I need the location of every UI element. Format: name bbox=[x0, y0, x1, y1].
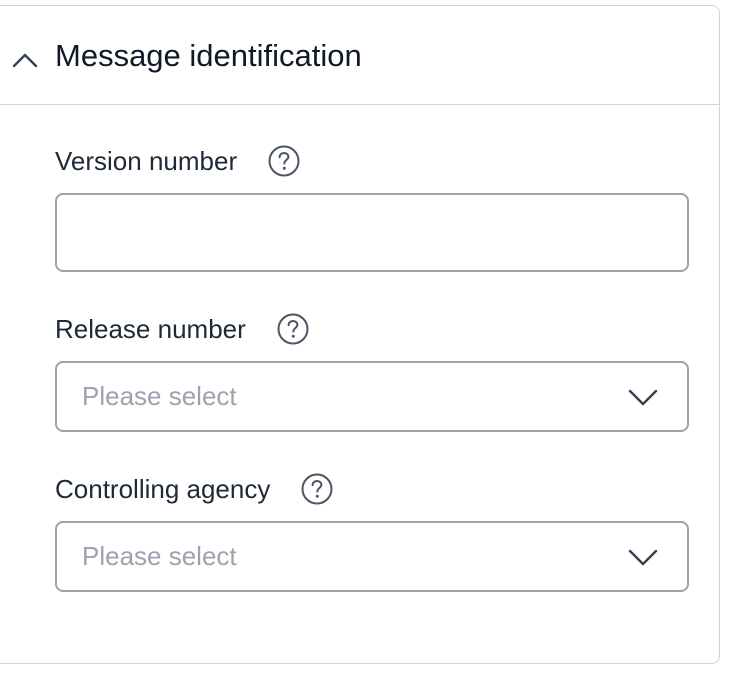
controlling-agency-label-row: Controlling agency bbox=[55, 472, 334, 506]
release-number-select[interactable]: Please select bbox=[55, 361, 689, 432]
release-number-selected-value: Please select bbox=[82, 381, 237, 411]
section-header-toggle[interactable]: Message identification bbox=[0, 6, 719, 105]
message-identification-panel: Message identification Version number Re… bbox=[0, 5, 720, 664]
question-circle-icon[interactable] bbox=[267, 144, 301, 178]
chevron-down-icon bbox=[628, 389, 658, 406]
chevron-down-icon bbox=[628, 549, 658, 566]
release-number-label: Release number bbox=[55, 314, 246, 344]
release-number-label-row: Release number bbox=[55, 312, 310, 346]
section-title: Message identification bbox=[55, 38, 362, 73]
controlling-agency-select[interactable]: Please select bbox=[55, 521, 689, 592]
version-number-input[interactable] bbox=[55, 193, 689, 272]
controlling-agency-label: Controlling agency bbox=[55, 474, 271, 504]
question-circle-icon[interactable] bbox=[276, 312, 310, 346]
version-number-label: Version number bbox=[55, 146, 238, 176]
version-number-label-row: Version number bbox=[55, 144, 301, 178]
controlling-agency-selected-value: Please select bbox=[82, 541, 237, 571]
question-circle-icon[interactable] bbox=[300, 472, 334, 506]
chevron-up-icon[interactable] bbox=[10, 45, 40, 75]
